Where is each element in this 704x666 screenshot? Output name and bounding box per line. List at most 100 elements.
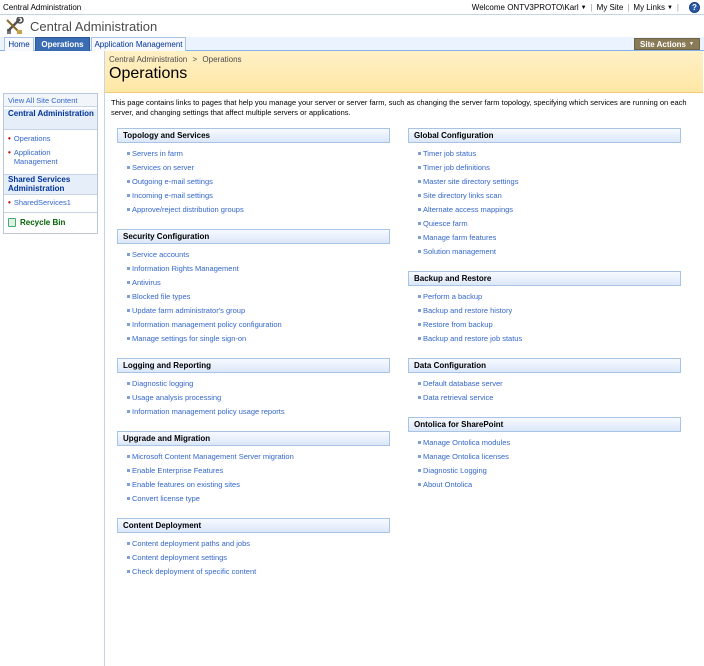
section-link[interactable]: Default database server: [423, 379, 503, 388]
nav-item-label[interactable]: SharedServices1: [14, 198, 71, 207]
page-description: This page contains links to pages that h…: [111, 98, 687, 117]
section-link[interactable]: Usage analysis processing: [132, 393, 221, 402]
section-link[interactable]: Data retrieval service: [423, 393, 493, 402]
chevron-down-icon: ▼: [688, 41, 694, 47]
section-link[interactable]: Microsoft Content Management Server migr…: [132, 452, 294, 461]
my-links-menu[interactable]: My Links: [633, 3, 665, 12]
section-link[interactable]: Information Rights Management: [132, 264, 239, 273]
section-link[interactable]: Master site directory settings: [423, 177, 518, 186]
link-list-item: Services on server: [117, 161, 390, 175]
section-link[interactable]: Manage Ontolica licenses: [423, 452, 509, 461]
section-link[interactable]: Blocked file types: [132, 292, 190, 301]
nav-item-application-management[interactable]: • Application Management: [8, 148, 88, 166]
nav-item-operations[interactable]: • Operations: [8, 134, 51, 143]
link-list-item: Outgoing e-mail settings: [117, 175, 390, 189]
nav-heading-shared-services[interactable]: Shared Services Administration: [4, 174, 97, 195]
section-link[interactable]: About Ontolica: [423, 480, 472, 489]
nav-item-label[interactable]: Application Management: [14, 148, 88, 166]
link-list: Content deployment paths and jobs Content…: [117, 533, 390, 579]
section-backup-and-restore: Backup and Restore Perform a backup Backup…: [408, 271, 681, 346]
link-list: Servers in farm Services on server Outgoin…: [117, 143, 390, 217]
section-link[interactable]: Antivirus: [132, 278, 161, 287]
link-list-item: Alternate access mappings: [408, 203, 681, 217]
section-link[interactable]: Information management policy configurat…: [132, 320, 282, 329]
link-list-item: Information management policy usage repo…: [117, 405, 390, 419]
site-actions-label: Site Actions: [640, 39, 686, 49]
site-name[interactable]: Central Administration: [3, 3, 81, 12]
bullet-square-icon: [418, 295, 421, 298]
section-link[interactable]: Incoming e-mail settings: [132, 191, 213, 200]
section-link[interactable]: Servers in farm: [132, 149, 183, 158]
recycle-bin-link[interactable]: Recycle Bin: [8, 218, 65, 227]
view-all-site-content-link[interactable]: View All Site Content: [4, 94, 97, 107]
section-link[interactable]: Backup and restore job status: [423, 334, 522, 343]
section-link[interactable]: Content deployment paths and jobs: [132, 539, 250, 548]
help-icon[interactable]: ?: [689, 2, 700, 13]
breadcrumb: Central Administration > Operations: [109, 55, 242, 64]
bullet-square-icon: [418, 236, 421, 239]
section-link[interactable]: Restore from backup: [423, 320, 493, 329]
section-content-deployment: Content Deployment Content deployment pat…: [117, 518, 390, 579]
bullet-square-icon: [127, 542, 130, 545]
link-list-item: Antivirus: [117, 276, 390, 290]
link-list-item: Site directory links scan: [408, 189, 681, 203]
breadcrumb-separator: >: [192, 55, 198, 64]
section-link[interactable]: Update farm administrator's group: [132, 306, 245, 315]
section-link[interactable]: Alternate access mappings: [423, 205, 513, 214]
section-link[interactable]: Solution management: [423, 247, 496, 256]
chevron-down-icon[interactable]: ▼: [667, 5, 673, 11]
chevron-down-icon[interactable]: ▼: [581, 5, 587, 11]
breadcrumb-root[interactable]: Central Administration: [109, 55, 187, 64]
section-link[interactable]: Diagnostic Logging: [423, 466, 487, 475]
section-link[interactable]: Manage settings for single sign-on: [132, 334, 246, 343]
section-header: Topology and Services: [117, 128, 390, 143]
bullet-square-icon: [127, 497, 130, 500]
bullet-square-icon: [418, 166, 421, 169]
tab-application-management[interactable]: Application Management: [91, 37, 186, 51]
section-link[interactable]: Information management policy usage repo…: [132, 407, 285, 416]
link-list-item: Diagnostic logging: [117, 377, 390, 391]
tab-operations[interactable]: Operations: [35, 37, 90, 51]
section-link[interactable]: Site directory links scan: [423, 191, 502, 200]
section-link[interactable]: Quiesce farm: [423, 219, 468, 228]
nav-item-label[interactable]: Operations: [14, 134, 51, 143]
app-title[interactable]: Central Administration: [30, 19, 157, 34]
section-link[interactable]: Timer job definitions: [423, 163, 490, 172]
section-link[interactable]: Check deployment of specific content: [132, 567, 256, 576]
section-link[interactable]: Outgoing e-mail settings: [132, 177, 213, 186]
section-link[interactable]: Timer job status: [423, 149, 476, 158]
section-link[interactable]: Approve/reject distribution groups: [132, 205, 244, 214]
section-link[interactable]: Enable Enterprise Features: [132, 466, 223, 475]
section-link[interactable]: Manage Ontolica modules: [423, 438, 510, 447]
section-link[interactable]: Manage farm features: [423, 233, 496, 242]
section-link[interactable]: Enable features on existing sites: [132, 480, 240, 489]
nav-item-sharedservices1[interactable]: • SharedServices1: [8, 198, 71, 207]
link-list-item: Content deployment settings: [117, 551, 390, 565]
section-link[interactable]: Diagnostic logging: [132, 379, 193, 388]
section-link[interactable]: Convert license type: [132, 494, 200, 503]
link-list: Microsoft Content Management Server migr…: [117, 446, 390, 506]
section-link[interactable]: Perform a backup: [423, 292, 482, 301]
my-site-link[interactable]: My Site: [597, 3, 624, 12]
section-link[interactable]: Service accounts: [132, 250, 189, 259]
section-upgrade-and-migration: Upgrade and Migration Microsoft Content M…: [117, 431, 390, 506]
tab-home[interactable]: Home: [4, 37, 34, 51]
link-list-item: Convert license type: [117, 492, 390, 506]
nav-heading-central-administration[interactable]: Central Administration: [4, 109, 97, 130]
section-link[interactable]: Backup and restore history: [423, 306, 512, 315]
section-link[interactable]: Content deployment settings: [132, 553, 227, 562]
section-header: Content Deployment: [117, 518, 390, 533]
bullet-square-icon: [127, 194, 130, 197]
breadcrumb-current: Operations: [202, 55, 242, 64]
welcome-menu[interactable]: Welcome ONTV3PROTO\Karl: [472, 3, 579, 12]
bullet-square-icon: [127, 281, 130, 284]
site-actions-menu[interactable]: Site Actions ▼: [634, 38, 700, 50]
link-list-item: Master site directory settings: [408, 175, 681, 189]
section-link[interactable]: Services on server: [132, 163, 194, 172]
bullet-square-icon: [418, 309, 421, 312]
top-nav-tabs: Home Operations Application Management S…: [0, 37, 704, 51]
bullet-square-icon: [127, 469, 130, 472]
link-list-item: Manage farm features: [408, 231, 681, 245]
view-all-label[interactable]: View All Site Content: [8, 96, 78, 105]
link-list-item: Usage analysis processing: [117, 391, 390, 405]
